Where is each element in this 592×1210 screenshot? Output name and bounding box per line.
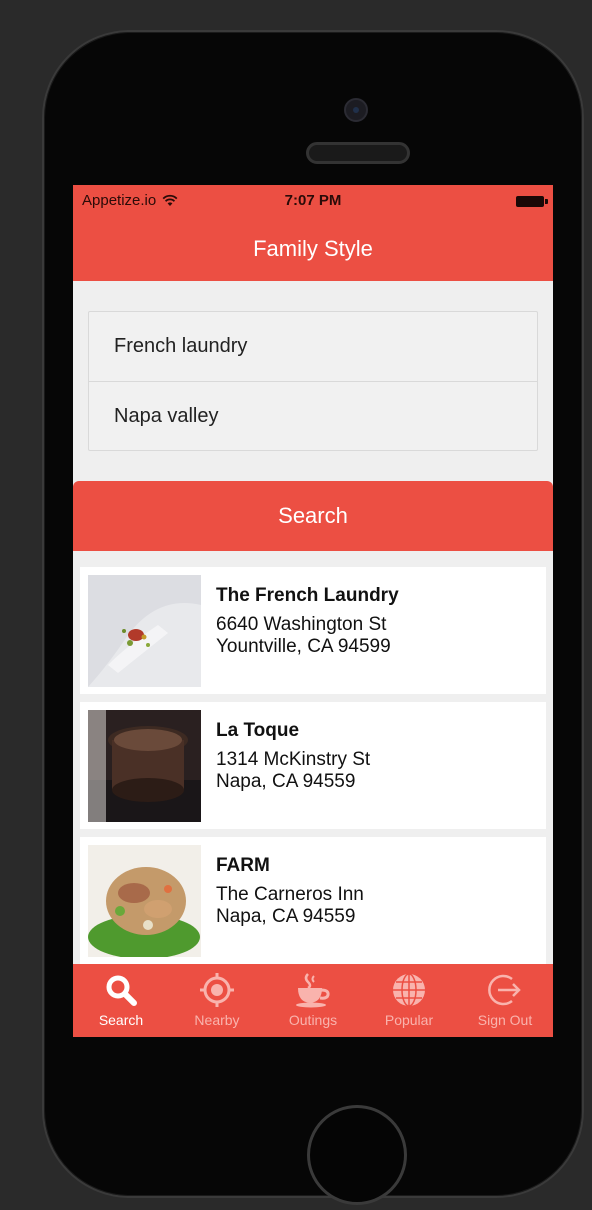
status-time: 7:07 PM — [284, 192, 342, 209]
tab-label: Nearby — [194, 1012, 240, 1028]
search-form: French laundry Napa valley — [88, 311, 538, 451]
restaurant-photo — [88, 710, 201, 822]
location-field[interactable]: Napa valley — [89, 381, 537, 450]
tab-search[interactable]: Search — [73, 964, 169, 1037]
coffee-cup-icon — [294, 971, 332, 1009]
search-icon — [104, 971, 138, 1009]
tab-popular[interactable]: Popular — [361, 964, 457, 1037]
home-button[interactable] — [307, 1105, 407, 1205]
tab-sign-out[interactable]: Sign Out — [457, 964, 553, 1037]
tab-label: Outings — [288, 1012, 338, 1028]
restaurant-photo — [88, 845, 201, 957]
search-button-label: Search — [278, 503, 348, 528]
restaurant-name: The French Laundry — [216, 585, 399, 606]
result-info: The French Laundry 6640 Washington St Yo… — [216, 585, 399, 658]
result-item[interactable]: FARM The Carneros Inn Napa, CA 94559 — [80, 837, 546, 964]
address-line-1: 6640 Washington St — [216, 614, 387, 635]
search-button[interactable]: Search — [73, 481, 553, 551]
result-item[interactable]: The French Laundry 6640 Washington St Yo… — [80, 567, 546, 694]
address-line-2: Napa, CA 94559 — [216, 771, 356, 792]
results-list: The French Laundry 6640 Washington St Yo… — [80, 567, 546, 972]
result-item[interactable]: La Toque 1314 McKinstry St Napa, CA 9455… — [80, 702, 546, 829]
result-info: FARM The Carneros Inn Napa, CA 94559 — [216, 855, 364, 928]
address-line-1: The Carneros Inn — [216, 884, 364, 905]
status-bar: Appetize.io 7:07 PM — [73, 185, 553, 217]
app-screen: Appetize.io 7:07 PM Family Style French … — [73, 185, 553, 1037]
page-title: Family Style — [253, 236, 373, 261]
result-info: La Toque 1314 McKinstry St Napa, CA 9455… — [216, 720, 370, 793]
tab-nearby[interactable]: Nearby — [169, 964, 265, 1037]
restaurant-name: FARM — [216, 855, 270, 876]
target-icon — [199, 971, 235, 1009]
tab-label: Sign Out — [477, 1012, 533, 1028]
tab-outings[interactable]: Outings — [265, 964, 361, 1037]
address-line-2: Yountville, CA 94599 — [216, 636, 391, 657]
tab-label: Search — [98, 1012, 144, 1028]
nav-bar: Family Style — [73, 217, 553, 281]
front-camera — [344, 98, 368, 122]
tab-label: Popular — [384, 1012, 434, 1028]
sign-out-icon — [486, 971, 524, 1009]
tab-bar: Search Nearby Outings Popular Sign Out — [73, 964, 553, 1037]
battery-icon — [516, 196, 548, 207]
restaurant-name: La Toque — [216, 720, 300, 741]
address-line-2: Napa, CA 94559 — [216, 906, 356, 927]
address-line-1: 1314 McKinstry St — [216, 749, 371, 770]
restaurant-name-field[interactable]: French laundry — [89, 312, 537, 381]
restaurant-photo — [88, 575, 201, 687]
globe-icon — [391, 971, 427, 1009]
earpiece-speaker — [306, 142, 410, 164]
